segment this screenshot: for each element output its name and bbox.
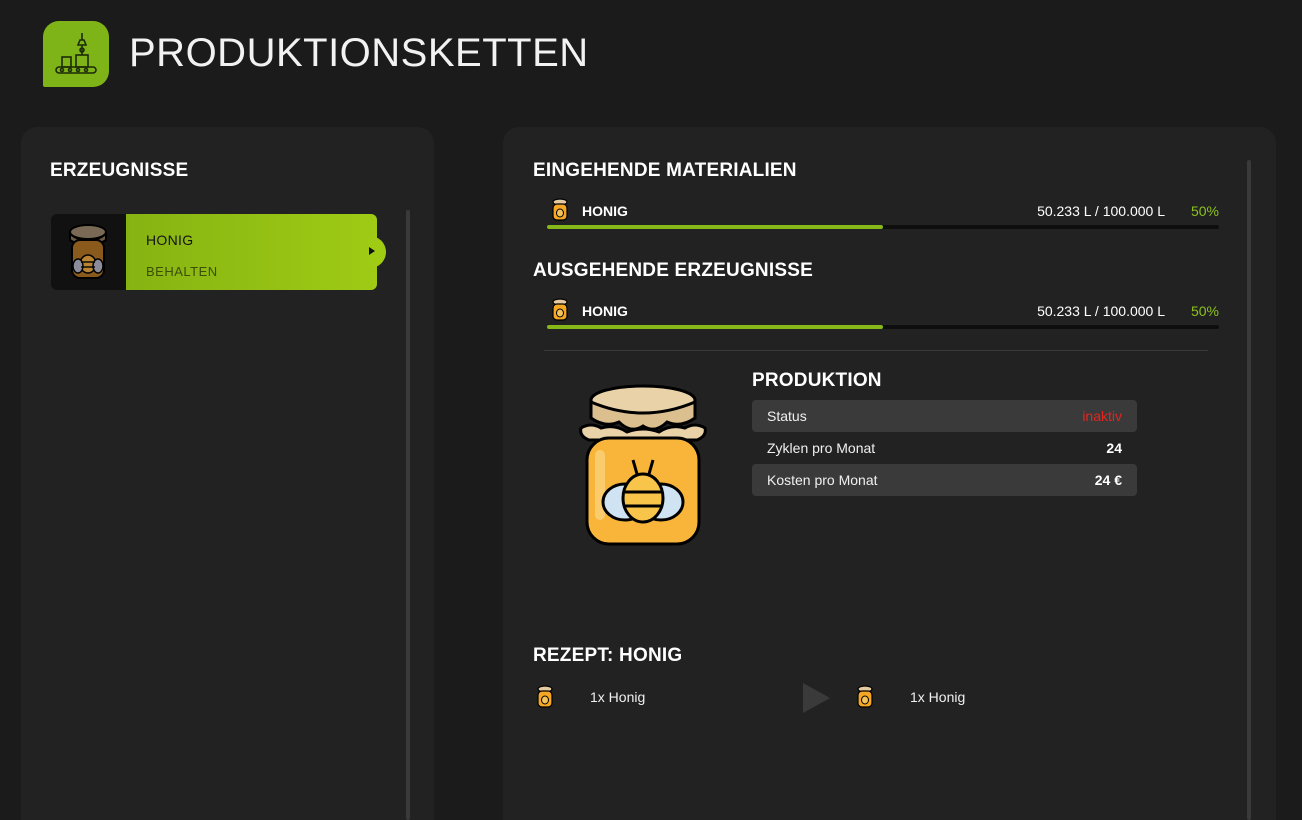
status-label: Status <box>767 408 807 424</box>
incoming-title: EINGEHENDE MATERIALIEN <box>533 160 797 181</box>
costs-label: Kosten pro Monat <box>767 472 878 488</box>
outgoing-product-amount: 50.233 L / 100.000 L <box>1037 303 1165 319</box>
incoming-progress-fill <box>547 225 883 229</box>
honey-jar-large-icon <box>579 384 707 546</box>
chevron-right-icon <box>369 247 375 255</box>
incoming-material-amount: 50.233 L / 100.000 L <box>1037 203 1165 219</box>
outgoing-title: AUSGEHENDE ERZEUGNISSE <box>533 260 813 281</box>
product-name: HONIG <box>146 232 194 248</box>
cycles-label: Zyklen pro Monat <box>767 440 876 456</box>
production-row-cycles: Zyklen pro Monat 24 <box>752 432 1137 464</box>
honey-jar-icon <box>537 685 553 708</box>
recipe-output: 1x Honig <box>910 689 966 705</box>
section-divider <box>544 350 1208 351</box>
incoming-material-percent: 50% <box>1190 203 1219 219</box>
products-title: ERZEUGNISSE <box>50 160 189 181</box>
product-mode: BEHALTEN <box>146 264 218 279</box>
outgoing-product-row: HONIG 50.233 L / 100.000 L 50% <box>547 298 1219 350</box>
cycles-value: 24 <box>1106 440 1122 456</box>
outgoing-progress-fill <box>547 325 883 329</box>
incoming-progress-track <box>547 225 1219 229</box>
honey-jar-icon <box>69 224 107 279</box>
details-scrollbar[interactable] <box>1247 160 1251 820</box>
production-row-costs: Kosten pro Monat 24 € <box>752 464 1137 496</box>
incoming-material-name: HONIG <box>582 203 628 219</box>
honey-jar-thumb <box>51 214 126 290</box>
recipe-title: REZEPT: HONIG <box>533 645 683 666</box>
product-item-honig[interactable]: HONIG BEHALTEN <box>51 214 386 290</box>
outgoing-product-percent: 50% <box>1190 303 1219 319</box>
status-value: inaktiv <box>1082 408 1122 424</box>
production-row-status: Status inaktiv <box>752 400 1137 432</box>
recipe-input: 1x Honig <box>590 689 646 705</box>
production-table: Status inaktiv Zyklen pro Monat 24 Koste… <box>752 400 1137 496</box>
incoming-material-row: HONIG 50.233 L / 100.000 L 50% <box>547 198 1219 250</box>
honey-jar-icon <box>552 198 568 221</box>
honey-jar-icon <box>857 685 873 708</box>
production-chain-icon <box>43 21 109 87</box>
outgoing-product-name: HONIG <box>582 303 628 319</box>
costs-value: 24 € <box>1094 472 1122 488</box>
play-icon <box>803 683 830 713</box>
outgoing-progress-track <box>547 325 1219 329</box>
honey-jar-icon <box>552 298 568 321</box>
products-scrollbar[interactable] <box>406 210 410 820</box>
page-title: PRODUKTIONSKETTEN <box>129 31 589 75</box>
production-title: PRODUKTION <box>752 370 882 391</box>
